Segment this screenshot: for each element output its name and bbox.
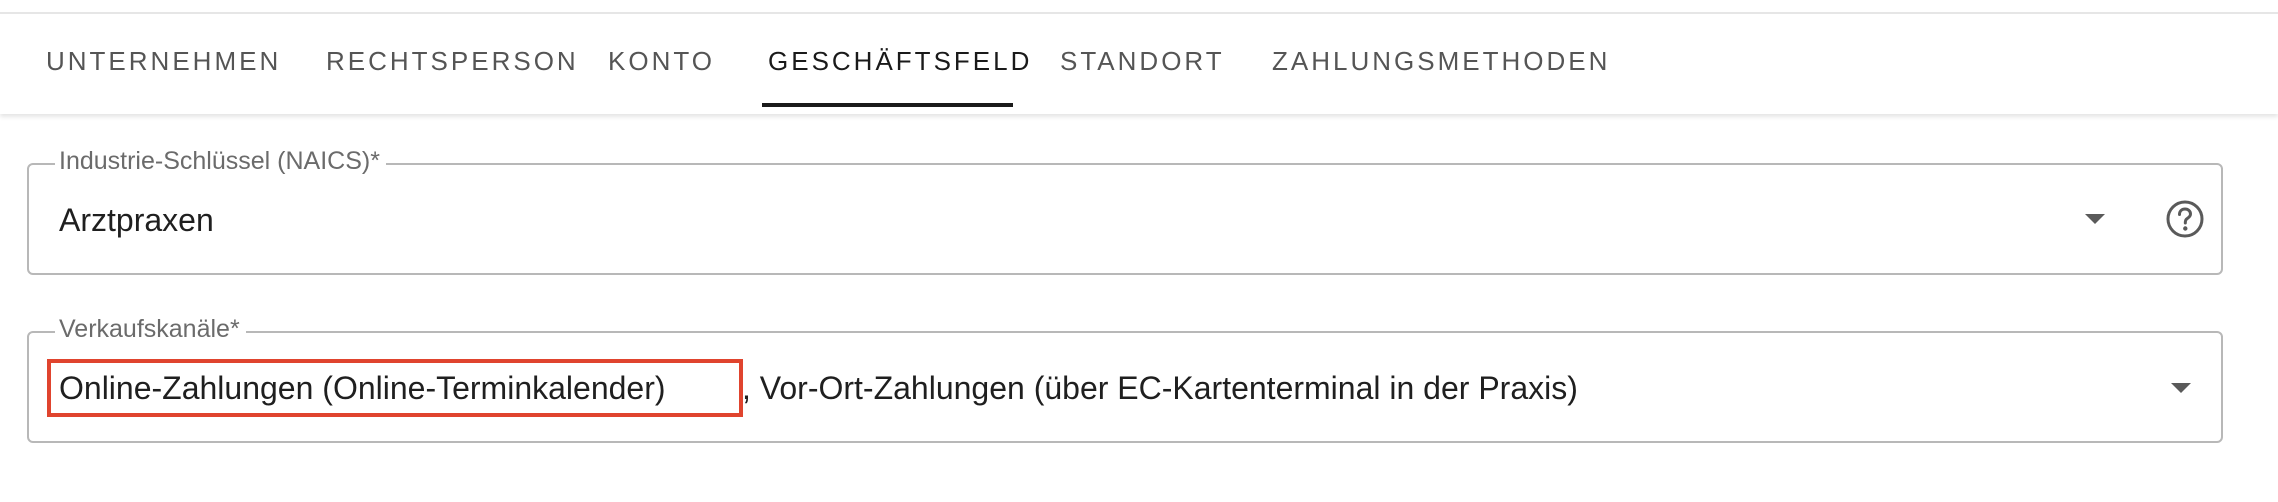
sales-channels-label: Verkaufskanäle*: [55, 313, 246, 345]
tab-geschaeftsfeld[interactable]: GESCHÄFTSFELD: [768, 44, 1032, 78]
chevron-down-icon[interactable]: [2085, 214, 2105, 224]
selected-option-vor-ort: , Vor-Ort-Zahlungen (über EC-Kartentermi…: [742, 370, 1578, 406]
tab-zahlungsmethoden[interactable]: ZAHLUNGSMETHODEN: [1272, 44, 1610, 78]
help-icon[interactable]: [2165, 199, 2205, 239]
tab-unternehmen[interactable]: UNTERNEHMEN: [46, 44, 281, 78]
tabs-bar: UNTERNEHMEN RECHTSPERSON KONTO GESCHÄFTS…: [0, 14, 2278, 114]
tab-konto[interactable]: KONTO: [608, 44, 715, 78]
active-tab-indicator: [762, 103, 1013, 107]
industry-select[interactable]: Industrie-Schlüssel (NAICS)* Arztpraxen: [27, 145, 2223, 275]
highlight-box: [47, 359, 743, 417]
sales-channels-select[interactable]: Verkaufskanäle* Online-Zahlungen (Online…: [27, 313, 2223, 443]
tab-rechtsperson[interactable]: RECHTSPERSON: [326, 44, 579, 78]
tab-standort[interactable]: STANDORT: [1060, 44, 1225, 78]
industry-label: Industrie-Schlüssel (NAICS)*: [55, 145, 386, 177]
industry-value: Arztpraxen: [59, 202, 214, 238]
chevron-down-icon[interactable]: [2171, 383, 2191, 393]
